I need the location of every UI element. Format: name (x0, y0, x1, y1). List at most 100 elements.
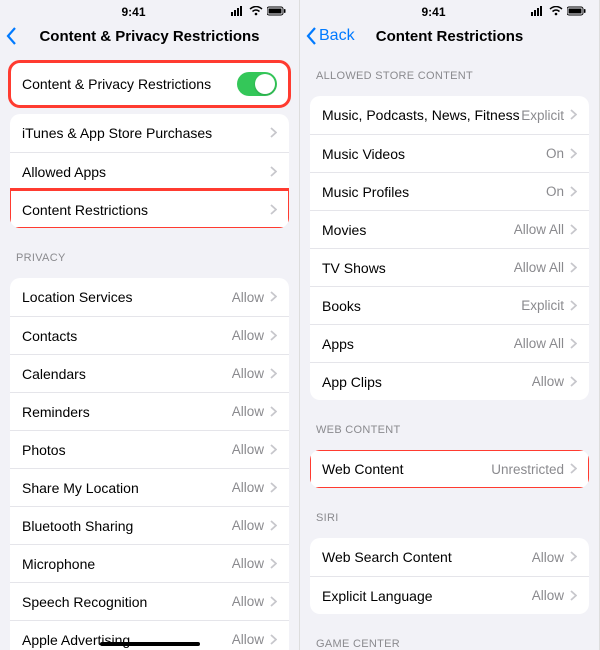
row-value: Allow (232, 290, 264, 305)
settings-row[interactable]: Explicit LanguageAllow (310, 576, 589, 614)
chevron-right-icon (570, 109, 577, 120)
content-privacy-toggle-row[interactable]: Content & Privacy Restrictions (10, 62, 289, 106)
settings-row[interactable]: Speech RecognitionAllow (10, 582, 289, 620)
chevron-right-icon (570, 461, 577, 477)
row-value: Allow (232, 328, 264, 343)
row-value: Unrestricted (491, 462, 564, 477)
chevron-left-icon (306, 27, 317, 45)
chevron-right-icon (570, 146, 577, 162)
row-label: Music Videos (322, 146, 546, 162)
settings-row[interactable]: Web Search ContentAllow (310, 538, 589, 576)
row-label: Apps (322, 336, 514, 352)
chevron-right-icon (270, 330, 277, 341)
chevron-right-icon (270, 204, 277, 215)
battery-icon (267, 5, 287, 19)
settings-row[interactable]: Music, Podcasts, News, FitnessExplicit (310, 96, 589, 134)
settings-row[interactable]: RemindersAllow (10, 392, 289, 430)
back-button[interactable]: Back (306, 27, 355, 45)
row-value: Allow (232, 480, 264, 495)
row-label: Contacts (22, 328, 232, 344)
settings-row[interactable]: Bluetooth SharingAllow (10, 506, 289, 544)
settings-row[interactable]: iTunes & App Store Purchases (10, 114, 289, 152)
row-value: Allow All (514, 260, 564, 275)
settings-group-1: iTunes & App Store PurchasesAllowed Apps… (10, 114, 289, 228)
chevron-right-icon (270, 634, 277, 645)
chevron-right-icon (270, 442, 277, 458)
row-label: Web Content (322, 461, 491, 477)
row-value: Allow (232, 632, 264, 647)
row-label: App Clips (322, 374, 532, 390)
toggle-group: Content & Privacy Restrictions (10, 62, 289, 106)
settings-row[interactable]: ContactsAllow (10, 316, 289, 354)
siri-group: Web Search ContentAllowExplicit Language… (310, 538, 589, 614)
row-value: Allow (532, 588, 564, 603)
settings-row[interactable]: MicrophoneAllow (10, 544, 289, 582)
chevron-right-icon (270, 125, 277, 141)
settings-row[interactable]: Allowed Apps (10, 152, 289, 190)
status-indicators (231, 5, 287, 19)
chevron-right-icon (270, 596, 277, 607)
toggle-switch[interactable] (237, 72, 277, 96)
status-time: 9:41 (336, 5, 531, 19)
allowed-header: Allowed Store Content (300, 54, 599, 88)
wifi-icon (249, 5, 263, 19)
row-label: Music Profiles (322, 184, 546, 200)
back-button[interactable] (6, 27, 19, 45)
settings-row[interactable]: Music ProfilesOn (310, 172, 589, 210)
settings-row[interactable]: Content Restrictions (10, 190, 289, 228)
row-value: Allow (232, 518, 264, 533)
settings-row[interactable]: Location ServicesAllow (10, 278, 289, 316)
row-value: Allow (232, 404, 264, 419)
settings-row[interactable]: Web ContentUnrestricted (310, 450, 589, 488)
chevron-right-icon (270, 594, 277, 610)
settings-row[interactable]: Share My LocationAllow (10, 468, 289, 506)
privacy-header: Privacy (0, 236, 299, 270)
row-label: Location Services (22, 289, 232, 305)
row-value: Explicit (521, 298, 564, 313)
chevron-right-icon (270, 127, 277, 138)
settings-row[interactable]: CalendarsAllow (10, 354, 289, 392)
chevron-right-icon (570, 376, 577, 387)
scroll-area[interactable]: Content & Privacy Restrictions iTunes & … (0, 54, 299, 650)
chevron-right-icon (270, 444, 277, 455)
status-indicators (531, 5, 587, 19)
row-value: Allow (232, 556, 264, 571)
row-label: Calendars (22, 366, 232, 382)
row-value: Allow (532, 550, 564, 565)
chevron-right-icon (270, 482, 277, 493)
row-label: Movies (322, 222, 514, 238)
chevron-right-icon (270, 406, 277, 417)
chevron-right-icon (570, 107, 577, 123)
chevron-left-icon (6, 27, 17, 45)
chevron-right-icon (270, 366, 277, 382)
chevron-right-icon (570, 338, 577, 349)
wifi-icon (549, 5, 563, 19)
settings-row[interactable]: BooksExplicit (310, 286, 589, 324)
row-label: Web Search Content (322, 549, 532, 565)
chevron-right-icon (270, 632, 277, 648)
settings-row[interactable]: PhotosAllow (10, 430, 289, 468)
row-label: TV Shows (322, 260, 514, 276)
settings-row[interactable]: TV ShowsAllow All (310, 248, 589, 286)
home-indicator[interactable] (100, 642, 200, 646)
settings-row[interactable]: Music VideosOn (310, 134, 589, 172)
chevron-right-icon (270, 166, 277, 177)
phone-left: 9:41 Content & Privacy Restrictions Cont… (0, 0, 300, 650)
chevron-right-icon (570, 224, 577, 235)
row-value: Allow (232, 442, 264, 457)
settings-row[interactable]: MoviesAllow All (310, 210, 589, 248)
siri-header: Siri (300, 496, 599, 530)
row-label: Explicit Language (322, 588, 532, 604)
row-label: Bluetooth Sharing (22, 518, 232, 534)
row-value: Allow (232, 594, 264, 609)
settings-row[interactable]: App ClipsAllow (310, 362, 589, 400)
status-time: 9:41 (36, 5, 231, 19)
chevron-right-icon (570, 551, 577, 562)
toggle-label: Content & Privacy Restrictions (22, 76, 237, 92)
settings-row[interactable]: AppsAllow All (310, 324, 589, 362)
chevron-right-icon (270, 520, 277, 531)
chevron-right-icon (270, 291, 277, 302)
chevron-right-icon (270, 328, 277, 344)
scroll-area[interactable]: Allowed Store Content Music, Podcasts, N… (300, 54, 599, 650)
row-label: Reminders (22, 404, 232, 420)
